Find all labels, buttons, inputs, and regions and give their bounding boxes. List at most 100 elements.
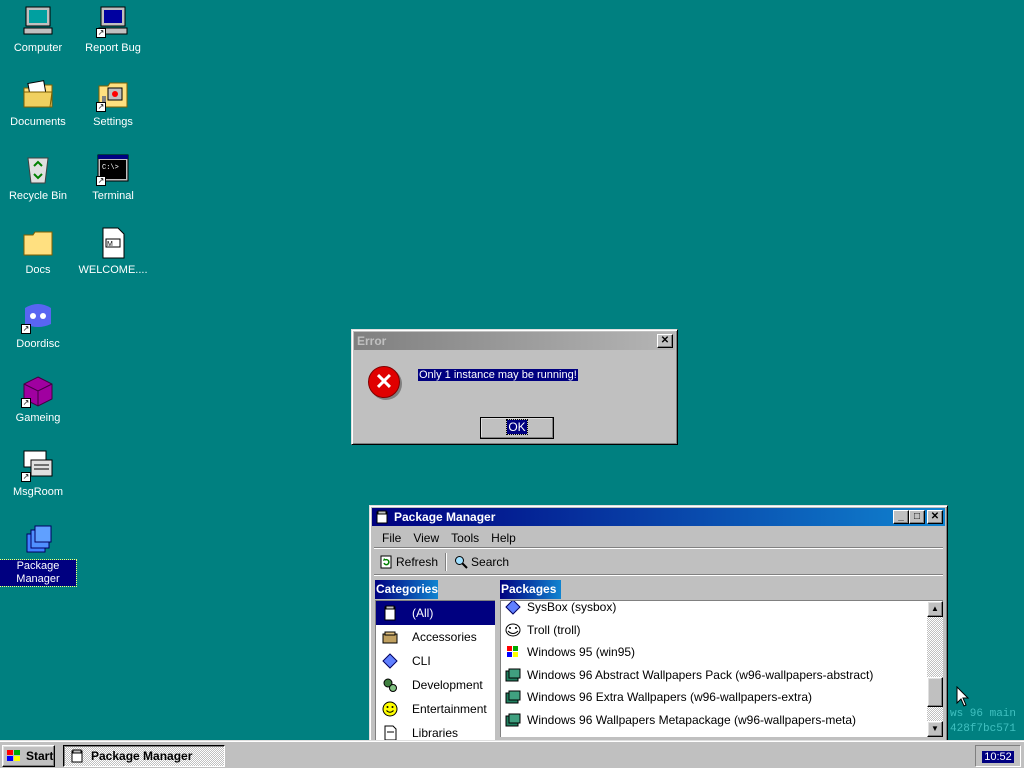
refresh-icon [379,555,393,569]
desktop-icon-settings[interactable]: ↗ Settings [75,78,151,129]
package-item[interactable]: SysBox (sysbox) [501,600,943,619]
desktop-icon-documents[interactable]: Documents [0,78,76,129]
libraries-icon [382,725,398,741]
package-icon [505,689,521,705]
maximize-button[interactable]: □ [909,510,925,524]
packages-list[interactable]: SysBox (sysbox) Troll (troll) Windows 95 (… [500,600,943,737]
error-message: Only 1 instance may be running! [418,369,578,381]
doordisc-icon: ↗ [21,300,55,334]
taskbar-item-package-manager[interactable]: Package Manager [63,745,225,767]
desktop-icon-welcome[interactable]: M WELCOME.... [75,226,151,277]
close-icon: ✕ [930,511,940,522]
categories-list[interactable]: (All) Accessories CLI Development Entertainm… [375,600,495,744]
desktop-icon-label: Terminal [92,190,134,202]
package-label: SysBox (sysbox) [527,600,617,615]
shortcut-arrow-icon: ↗ [96,102,106,112]
desktop-icon-label: Settings [93,116,133,128]
desktop-icon-msgroom[interactable]: ↗ MsgRoom [0,448,76,499]
menu-help[interactable]: Help [485,531,522,545]
search-button[interactable]: Search [449,555,514,569]
smiley-icon [382,701,398,717]
scroll-up-button[interactable]: ▲ [927,601,943,617]
desktop-icon-label: Doordisc [16,338,60,350]
terminal-line: 428f7bc571 [950,723,1017,735]
error-dialog-titlebar[interactable]: Error ✕ [354,332,675,350]
shortcut-arrow-icon: ↗ [21,324,31,334]
scroll-thumb[interactable] [927,677,943,707]
category-item[interactable]: (All) [376,601,495,625]
shortcut-arrow-icon: ↗ [21,398,31,408]
package-label: Windows 96 Wallpapers Metapackage (w96-w… [527,712,857,727]
ok-button[interactable]: OK [480,417,554,439]
package-manager-app-icon [375,510,389,524]
desktop-icon-label: MsgRoom [12,486,64,498]
close-button[interactable]: ✕ [927,510,943,524]
svg-text:M: M [107,241,113,248]
start-label: Start [26,749,54,763]
desktop-icon-doordisc[interactable]: ↗ Doordisc [0,300,76,351]
package-item[interactable]: Windows 96 Wallpapers Metapackage (w96-w… [501,709,943,732]
desktop-icon-docs[interactable]: Docs [0,226,76,277]
category-item[interactable]: Accessories [376,625,495,649]
search-label: Search [471,554,510,569]
package-label: Windows 95 (win95) [527,645,636,660]
package-item[interactable]: Windows 96 Extra Wallpapers (w96-wallpap… [501,686,943,709]
cli-diamond-icon [382,653,398,669]
start-button[interactable]: Start [2,745,55,767]
refresh-label: Refresh [396,554,439,569]
all-icon [382,605,398,621]
category-item[interactable]: Development [376,673,495,697]
package-icon [505,667,521,683]
category-label: Entertainment [412,702,487,716]
category-label: Accessories [412,630,477,644]
development-icon [382,677,398,693]
package-manager-titlebar[interactable]: Package Manager _ □ ✕ [372,508,945,526]
desktop-icon-report-bug[interactable]: ↗ Report Bug [75,4,151,55]
package-label: Windows 96 Abstract Wallpapers Pack (w96… [527,667,874,682]
minimize-button[interactable]: _ [893,510,909,524]
menu-view[interactable]: View [407,531,445,545]
clock[interactable]: 10:52 [982,751,1014,763]
desktop-icon-recycle-bin[interactable]: Recycle Bin [0,152,76,203]
system-tray: 10:52 [975,745,1021,767]
desktop-icon-gameing[interactable]: ↗ Gameing [0,374,76,425]
maximize-icon: □ [913,511,921,522]
vertical-scrollbar[interactable]: ▲ ▼ [927,601,943,737]
refresh-button[interactable]: Refresh [374,555,443,569]
background-terminal-text: ws 96 main 428f7bc571 [950,707,1024,739]
search-icon [454,555,468,569]
category-item[interactable]: CLI [376,649,495,673]
desktop-icon-label: Package Manager [0,559,77,587]
menu-file[interactable]: File [376,531,407,545]
package-manager-icon [21,522,55,556]
desktop-icon-label: WELCOME.... [78,264,148,276]
close-icon: ✕ [660,335,670,346]
mouse-cursor-icon [956,686,970,707]
category-label: (All) [410,606,436,620]
shortcut-arrow-icon: ↗ [96,176,106,186]
markdown-file-icon: M [96,226,130,260]
package-item[interactable]: Windows 95 (win95) [501,641,943,664]
desktop-icon-terminal[interactable]: C:\> ↗ Terminal [75,152,151,203]
category-item[interactable]: Entertainment [376,697,495,721]
package-icon [505,712,521,728]
desktop-icon-label: Docs [25,264,51,276]
packages-items: SysBox (sysbox) Troll (troll) Windows 95 (… [501,600,943,732]
computer-icon [21,4,55,38]
toolbar: Refresh Search [374,551,943,575]
ok-button-label: OK [506,419,528,435]
package-item[interactable]: Windows 96 Abstract Wallpapers Pack (w96… [501,664,943,687]
package-item[interactable]: Troll (troll) [501,619,943,642]
documents-folder-icon [21,78,55,112]
desktop-icon-computer[interactable]: Computer [0,4,76,55]
troll-icon [505,622,521,638]
scroll-down-button[interactable]: ▼ [927,721,943,737]
close-button[interactable]: ✕ [657,334,673,348]
desktop-icon-package-manager[interactable]: Package Manager [0,522,77,587]
recycle-bin-icon [21,152,55,186]
accessories-icon [382,629,398,645]
monitor-icon: ↗ [96,4,130,38]
desktop-icon-label: Report Bug [85,42,141,54]
menu-tools[interactable]: Tools [445,531,485,545]
terminal-line: ws 96 main [950,708,1017,720]
